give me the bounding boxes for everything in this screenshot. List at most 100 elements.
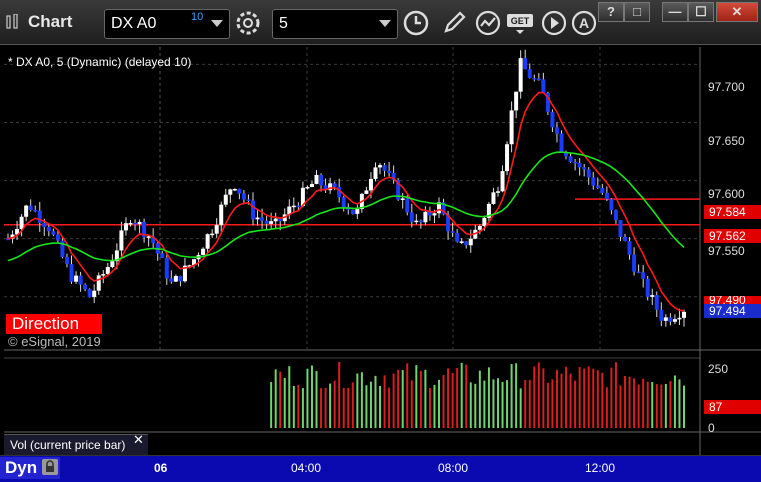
- alert-icon[interactable]: A: [570, 9, 598, 37]
- price-axis-label: 97.650: [708, 134, 745, 148]
- direction-label: Direction: [6, 314, 102, 334]
- price-tag-last: 97.494: [704, 304, 761, 318]
- volume-bar: [637, 384, 640, 428]
- interval-select[interactable]: 5: [272, 9, 398, 39]
- close-button[interactable]: ✕: [716, 2, 758, 22]
- chevron-down-icon[interactable]: [379, 20, 391, 27]
- candle-body: [219, 204, 224, 226]
- volume-bar: [360, 372, 363, 428]
- settings-gear-icon[interactable]: [234, 9, 262, 37]
- chart-legend: * DX A0, 5 (Dynamic) (delayed 10): [8, 55, 192, 69]
- candle-body: [659, 309, 664, 321]
- candle-body: [532, 77, 537, 80]
- volume-bar: [524, 380, 527, 428]
- volume-bar: [469, 382, 472, 428]
- candle-body: [495, 191, 500, 193]
- close-icon[interactable]: ✕: [133, 432, 144, 448]
- symbol-delay-badge: 10: [191, 11, 204, 23]
- candle-body: [123, 223, 128, 231]
- candle-body: [382, 165, 387, 171]
- candle-body: [641, 272, 646, 279]
- price-chart[interactable]: [0, 45, 761, 481]
- volume-bar: [614, 362, 617, 428]
- volume-bar: [315, 371, 318, 428]
- play-icon[interactable]: [540, 9, 568, 37]
- volume-bar: [537, 362, 540, 428]
- candle-body: [591, 177, 596, 186]
- maximize-button[interactable]: ☐: [688, 2, 714, 22]
- volume-bar: [655, 384, 658, 428]
- copyright-text: © eSignal, 2019: [8, 334, 101, 349]
- candle-body: [582, 167, 587, 170]
- chart-app-icon: [6, 14, 18, 29]
- candle-body: [119, 230, 124, 251]
- candle-body: [636, 271, 641, 274]
- candle-body: [409, 212, 414, 222]
- time-label: 04:00: [291, 461, 322, 475]
- candle-body: [278, 218, 283, 222]
- candle-body: [523, 58, 528, 70]
- volume-tag: 87: [704, 400, 761, 414]
- chevron-down-icon[interactable]: [211, 20, 223, 27]
- volume-bar: [492, 379, 495, 428]
- pencil-draw-icon[interactable]: [440, 9, 468, 37]
- volume-bar: [578, 367, 581, 428]
- candle-body: [405, 198, 410, 213]
- volume-bar: [583, 368, 586, 428]
- volume-bar: [279, 371, 282, 428]
- candle-body: [228, 189, 233, 195]
- candle-body: [169, 278, 174, 282]
- volume-bar: [487, 367, 490, 428]
- candle-body: [568, 156, 573, 162]
- candle-body: [105, 267, 110, 275]
- get-data-icon[interactable]: GET: [506, 9, 536, 37]
- symbol-value: DX A0: [111, 15, 157, 32]
- candle-body: [24, 205, 29, 217]
- candle-body: [618, 220, 623, 237]
- volume-bar: [496, 378, 499, 428]
- clock-icon[interactable]: [402, 9, 430, 37]
- symbol-input[interactable]: DX A0 10: [104, 9, 230, 39]
- candle-body: [559, 133, 564, 152]
- candle-body: [550, 111, 555, 128]
- candle-body: [223, 194, 228, 205]
- minimize-button[interactable]: —: [662, 2, 688, 22]
- interval-value: 5: [279, 15, 288, 32]
- candle-body: [250, 200, 255, 220]
- price-axis-label: 97.700: [708, 80, 745, 94]
- volume-bar: [283, 377, 286, 428]
- lock-icon[interactable]: [42, 459, 58, 475]
- candle-body: [350, 209, 355, 214]
- candle-body: [668, 317, 673, 322]
- candle-body: [87, 289, 92, 298]
- restore-layout-button[interactable]: □: [624, 2, 650, 22]
- help-button[interactable]: ?: [598, 2, 624, 22]
- candle-body: [609, 199, 614, 211]
- volume-bar: [542, 368, 545, 428]
- candle-body: [364, 190, 369, 194]
- volume-bar: [510, 364, 513, 428]
- study-chart-icon[interactable]: [474, 9, 502, 37]
- candle-body: [201, 248, 206, 256]
- candle-body: [137, 221, 142, 225]
- candle-body: [160, 253, 165, 258]
- volume-bar: [306, 368, 309, 428]
- volume-bar: [664, 383, 667, 428]
- candle-body: [378, 165, 383, 168]
- svg-text:GET: GET: [511, 16, 530, 26]
- volume-bar: [533, 366, 536, 428]
- volume-pane-label: Vol (current price bar): [4, 434, 148, 455]
- candle-body: [260, 217, 265, 221]
- candle-body: [573, 161, 578, 164]
- candle-body: [296, 205, 301, 208]
- time-axis-bar: [0, 455, 761, 482]
- app-title: Chart: [28, 12, 73, 31]
- volume-bar: [601, 372, 604, 428]
- candle-body: [477, 225, 482, 230]
- volume-bar: [587, 366, 590, 428]
- volume-bar: [401, 370, 404, 428]
- candle-body: [64, 256, 69, 265]
- candle-body: [19, 216, 24, 230]
- volume-bar: [383, 375, 386, 428]
- candle-body: [491, 192, 496, 204]
